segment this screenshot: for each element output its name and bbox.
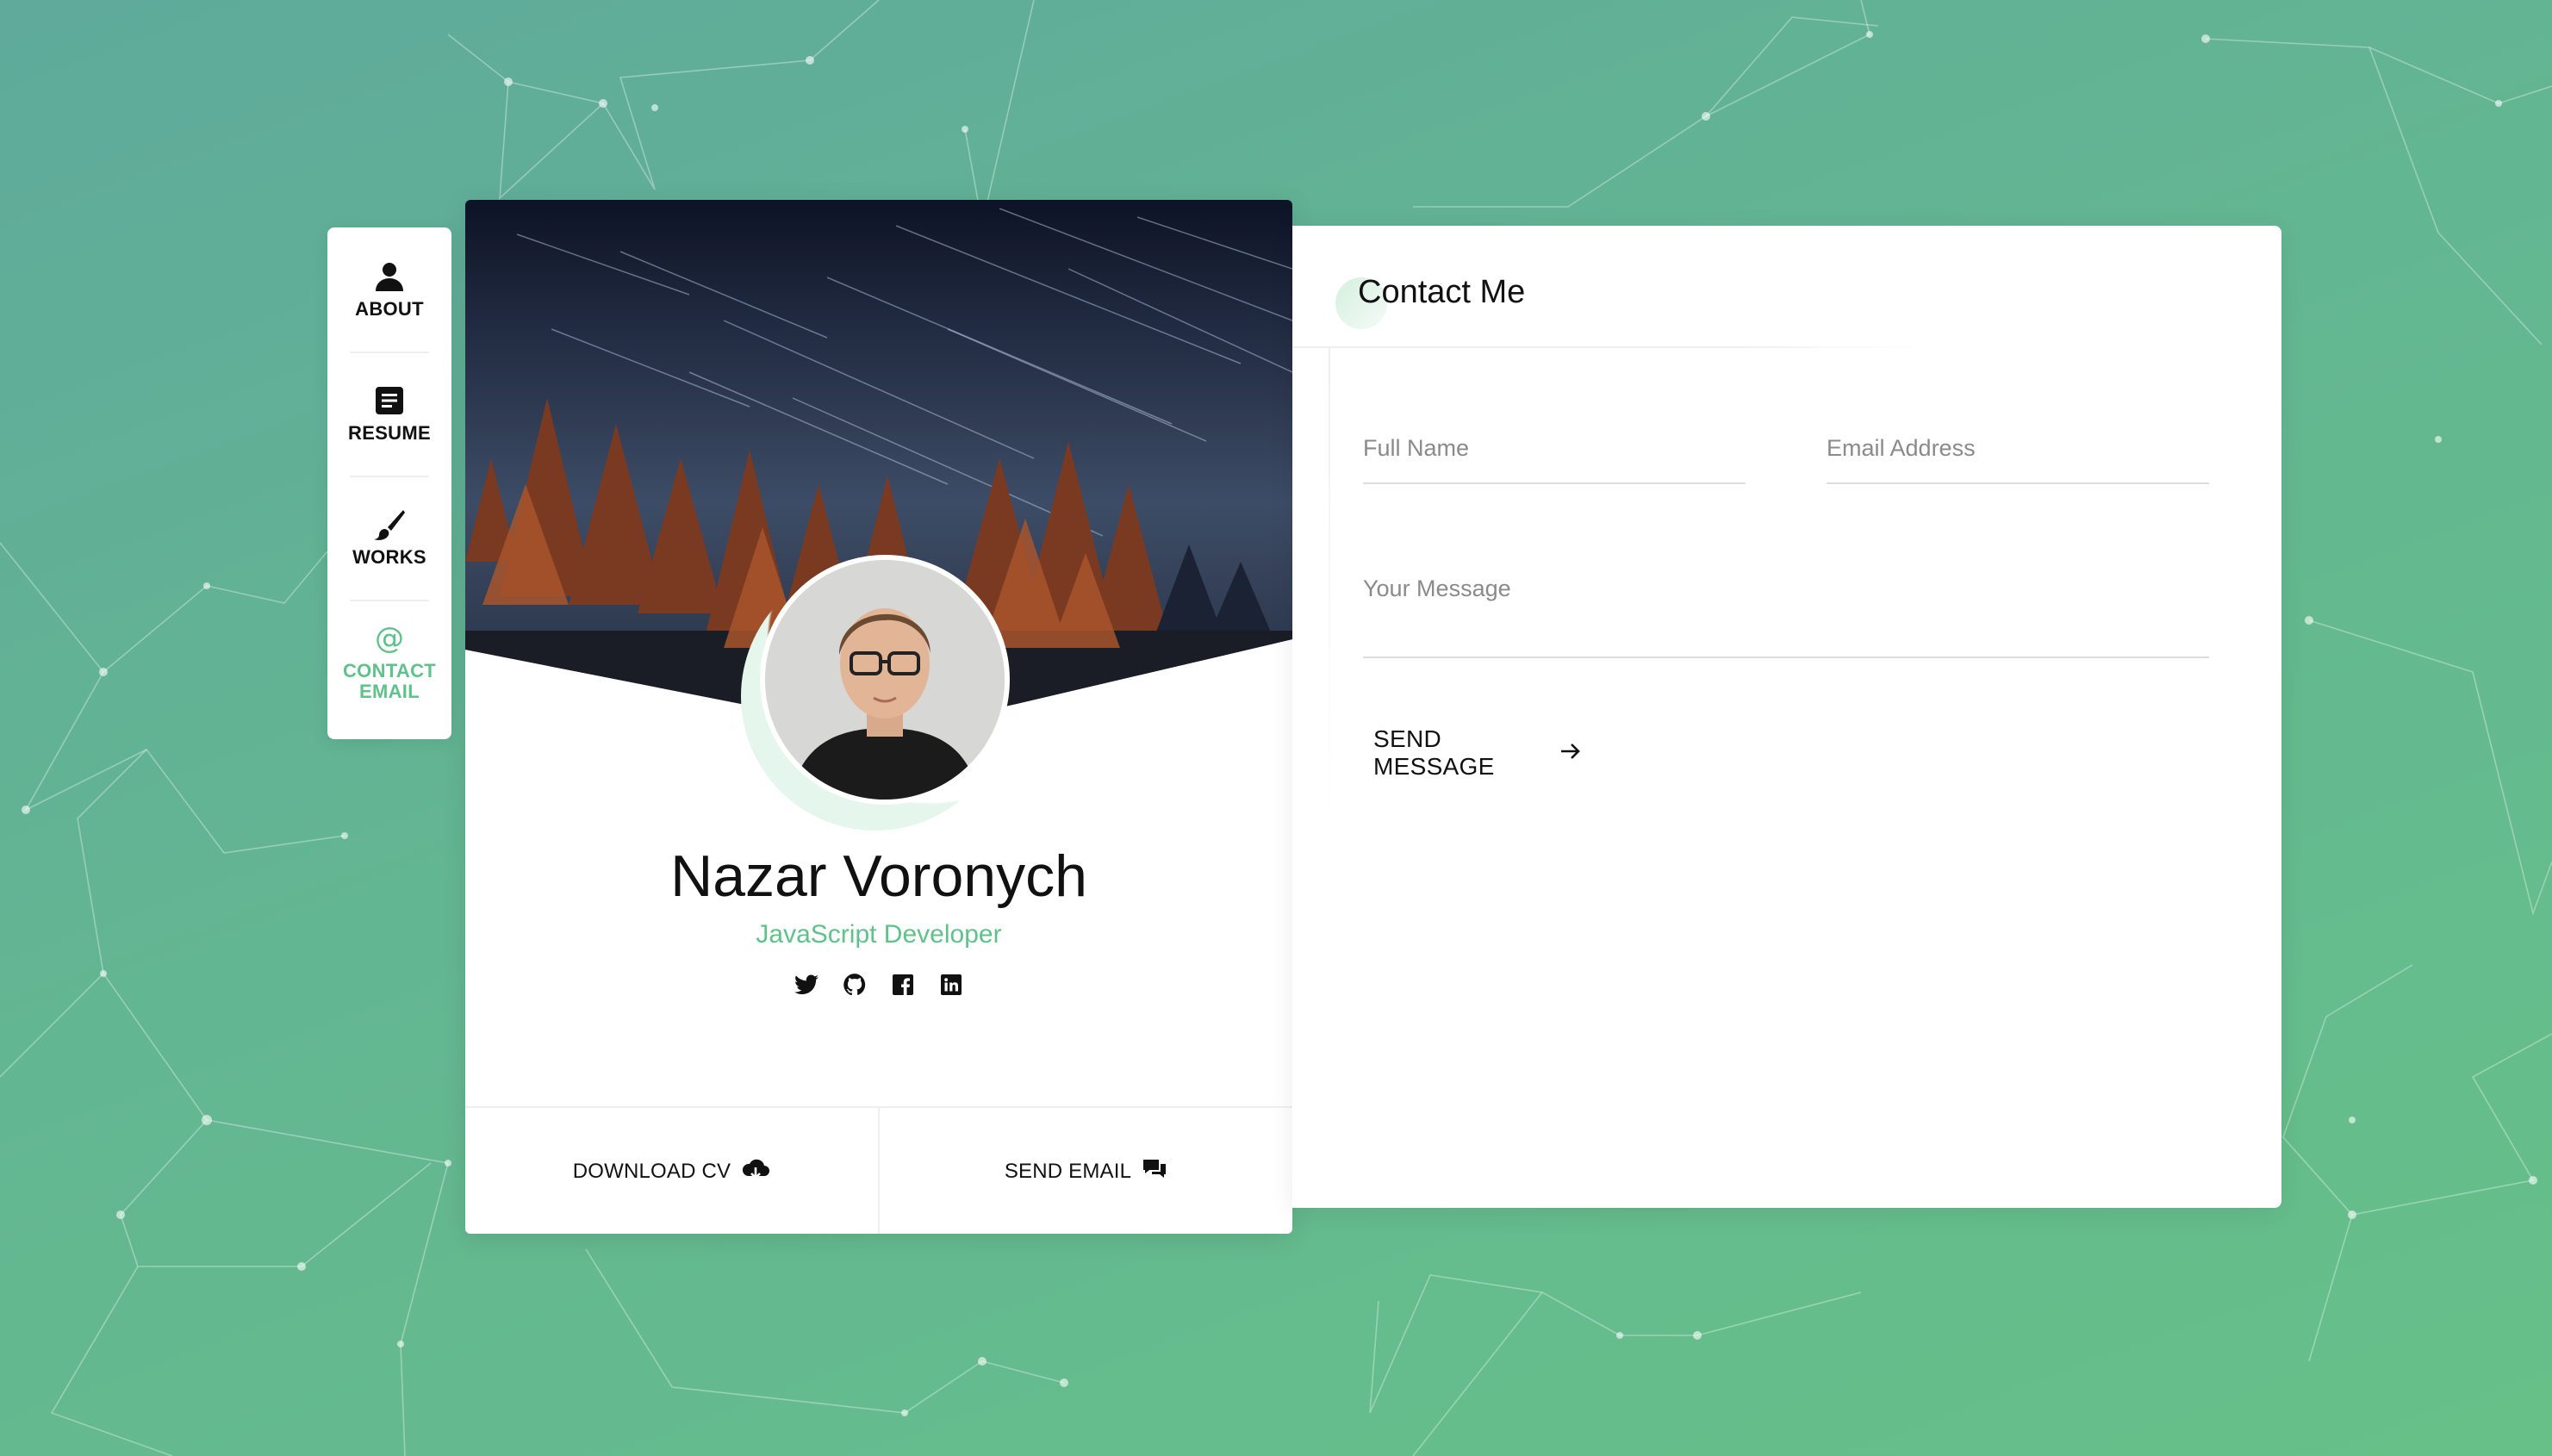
full-name-input[interactable] <box>1363 414 1746 482</box>
download-cv-button[interactable]: DOWNLOAD CV <box>465 1108 878 1234</box>
linkedin-icon[interactable] <box>938 972 964 998</box>
profile-name: Nazar Voronych <box>670 843 1087 909</box>
document-icon <box>372 383 407 418</box>
nav-item-works[interactable]: WORKS <box>327 476 451 600</box>
arrow-right-icon <box>1559 741 1582 766</box>
at-icon: @ <box>375 621 404 656</box>
nav-label-about: ABOUT <box>355 298 424 320</box>
header-divider <box>1292 346 1930 348</box>
profile-role: JavaScript Developer <box>756 920 1002 949</box>
contact-title: Contact Me <box>1358 274 1526 310</box>
nav-item-about[interactable]: ABOUT <box>327 227 451 352</box>
nav-label-works: WORKS <box>352 546 426 568</box>
contact-header: Contact Me <box>1292 226 2281 348</box>
profile-card: Nazar Voronych JavaScript Developer DOWN… <box>465 200 1292 1234</box>
message-input[interactable] <box>1363 553 2209 656</box>
contact-panel: Contact Me SEND MESSAGE <box>1292 226 2281 1208</box>
send-email-label: SEND EMAIL <box>1004 1160 1132 1183</box>
brush-icon <box>372 507 407 542</box>
cloud-download-icon <box>741 1157 770 1187</box>
twitter-icon[interactable] <box>794 972 819 998</box>
send-email-button[interactable]: SEND EMAIL <box>878 1108 1292 1234</box>
side-nav: ABOUT RESUME WORKS @ CONTACT EMAIL <box>327 227 451 739</box>
chat-icon <box>1142 1158 1167 1186</box>
avatar <box>760 555 1010 805</box>
send-message-button[interactable]: SEND MESSAGE <box>1373 725 1582 781</box>
nav-label-resume: RESUME <box>348 422 431 444</box>
nav-item-contact-email[interactable]: @ CONTACT EMAIL <box>327 600 451 724</box>
download-cv-label: DOWNLOAD CV <box>572 1160 731 1183</box>
left-divider <box>1329 348 1330 831</box>
facebook-icon[interactable] <box>890 972 916 998</box>
nav-label-contact-email: CONTACT EMAIL <box>342 660 436 702</box>
github-icon[interactable] <box>842 972 868 998</box>
email-field <box>1827 414 2209 484</box>
email-input[interactable] <box>1827 414 2209 482</box>
send-message-label: SEND MESSAGE <box>1373 725 1495 780</box>
user-icon <box>372 259 407 294</box>
full-name-field <box>1363 414 1746 484</box>
nav-item-resume[interactable]: RESUME <box>327 352 451 476</box>
message-field <box>1363 553 2209 658</box>
social-links <box>465 972 1292 998</box>
card-actions: DOWNLOAD CV SEND EMAIL <box>465 1106 1292 1234</box>
